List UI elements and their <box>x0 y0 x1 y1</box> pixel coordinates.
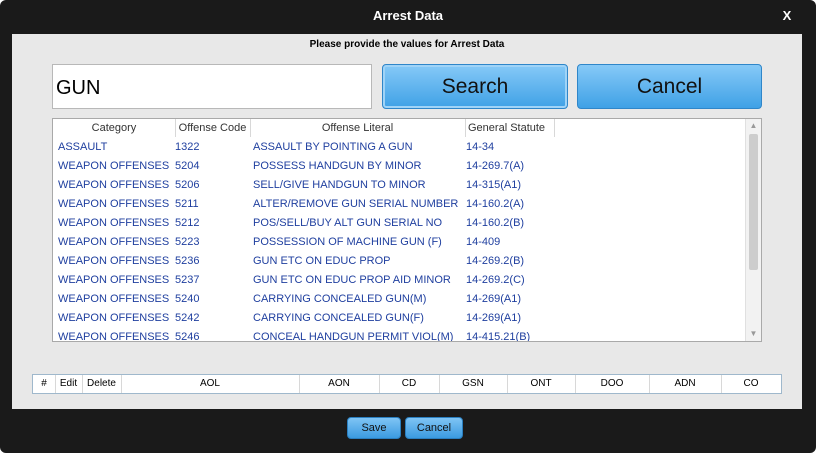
cell-general-statute: 14-269.2(B) <box>466 255 525 267</box>
cell-category: WEAPON OFFENSES <box>58 293 170 305</box>
cell-offense-literal: POS/SELL/BUY ALT GUN SERIAL NO <box>253 217 443 229</box>
cell-general-statute: 14-34 <box>466 141 495 153</box>
column-header-adn[interactable]: ADN <box>649 375 722 393</box>
column-header-ont[interactable]: ONT <box>507 375 576 393</box>
cell-category: WEAPON OFFENSES <box>58 331 170 342</box>
close-button[interactable]: X <box>780 8 794 24</box>
cell-offense-code: 5211 <box>175 198 199 210</box>
cell-offense-literal: POSSESSION OF MACHINE GUN (F) <box>253 236 442 248</box>
table-row[interactable]: WEAPON OFFENSES 5212 POS/SELL/BUY ALT GU… <box>53 214 746 233</box>
cell-offense-code: 5212 <box>175 217 200 229</box>
cell-offense-literal: GUN ETC ON EDUC PROP <box>253 255 391 267</box>
cell-offense-code: 5240 <box>175 293 200 305</box>
table-row[interactable]: WEAPON OFFENSES 5206 SELL/GIVE HANDGUN T… <box>53 176 746 195</box>
cell-category: WEAPON OFFENSES <box>58 217 170 229</box>
table-row[interactable]: WEAPON OFFENSES 5223 POSSESSION OF MACHI… <box>53 233 746 252</box>
cell-general-statute: 14-315(A1) <box>466 179 522 191</box>
scroll-thumb[interactable] <box>749 134 758 270</box>
column-header-offense-literal[interactable]: Offense Literal <box>250 119 466 137</box>
cell-category: WEAPON OFFENSES <box>58 274 170 286</box>
column-header-cd[interactable]: CD <box>379 375 440 393</box>
arrest-data-dialog: Arrest Data X Please provide the values … <box>0 0 816 453</box>
table-row[interactable]: WEAPON OFFENSES 5204 POSSESS HANDGUN BY … <box>53 157 746 176</box>
cell-offense-code: 5223 <box>175 236 200 248</box>
cell-offense-literal: CARRYING CONCEALED GUN(F) <box>253 312 424 324</box>
cell-general-statute: 14-160.2(A) <box>466 198 525 210</box>
column-header-number[interactable]: # <box>33 375 56 393</box>
arrest-entries-header: # Edit Delete AOL AON CD GSN ONT DOO ADN… <box>32 374 782 394</box>
chevron-down-icon[interactable]: ▼ <box>746 327 761 341</box>
cell-category: WEAPON OFFENSES <box>58 312 170 324</box>
cancel-button[interactable]: Cancel <box>577 64 762 109</box>
column-header-offense-code[interactable]: Offense Code <box>175 119 251 137</box>
vertical-scrollbar[interactable]: ▲ ▼ <box>745 119 761 341</box>
table-row[interactable]: WEAPON OFFENSES 5246 CONCEAL HANDGUN PER… <box>53 328 746 342</box>
cell-offense-literal: SELL/GIVE HANDGUN TO MINOR <box>253 179 426 191</box>
column-header-delete[interactable]: Delete <box>82 375 122 393</box>
save-button[interactable]: Save <box>347 417 401 439</box>
cell-offense-literal: ASSAULT BY POINTING A GUN <box>253 141 413 153</box>
table-row[interactable]: ASSAULT 1322 ASSAULT BY POINTING A GUN 1… <box>53 138 746 157</box>
search-input[interactable] <box>52 64 372 109</box>
footer-cancel-button[interactable]: Cancel <box>405 417 463 439</box>
table-row[interactable]: WEAPON OFFENSES 5211 ALTER/REMOVE GUN SE… <box>53 195 746 214</box>
cell-offense-code: 5237 <box>175 274 200 286</box>
cell-offense-code: 5206 <box>175 179 200 191</box>
prompt-text: Please provide the values for Arrest Dat… <box>309 39 505 50</box>
cell-general-statute: 14-409 <box>466 236 501 248</box>
column-header-category[interactable]: Category <box>53 119 176 137</box>
cell-category: ASSAULT <box>58 141 108 153</box>
cell-category: WEAPON OFFENSES <box>58 179 170 191</box>
grid-rows: ASSAULT 1322 ASSAULT BY POINTING A GUN 1… <box>53 138 746 342</box>
table-row[interactable]: WEAPON OFFENSES 5240 CARRYING CONCEALED … <box>53 290 746 309</box>
cell-category: WEAPON OFFENSES <box>58 198 170 210</box>
results-grid: Category Offense Code Offense Literal Ge… <box>52 118 762 342</box>
grid-header: Category Offense Code Offense Literal Ge… <box>53 119 746 137</box>
cell-general-statute: 14-160.2(B) <box>466 217 525 229</box>
cell-general-statute: 14-269(A1) <box>466 293 522 305</box>
column-header-doo[interactable]: DOO <box>575 375 650 393</box>
cell-offense-code: 5246 <box>175 331 200 342</box>
cell-general-statute: 14-269.7(A) <box>466 160 525 172</box>
cell-offense-code: 5236 <box>175 255 200 267</box>
cell-general-statute: 14-269(A1) <box>466 312 522 324</box>
table-row[interactable]: WEAPON OFFENSES 5242 CARRYING CONCEALED … <box>53 309 746 328</box>
cell-category: WEAPON OFFENSES <box>58 160 170 172</box>
cell-offense-literal: POSSESS HANDGUN BY MINOR <box>253 160 422 172</box>
cell-offense-code: 1322 <box>175 141 200 153</box>
column-header-gsn[interactable]: GSN <box>439 375 508 393</box>
cell-offense-code: 5242 <box>175 312 200 324</box>
cell-offense-literal: CONCEAL HANDGUN PERMIT VIOL(M) <box>253 331 454 342</box>
cell-general-statute: 14-415.21(B) <box>466 331 531 342</box>
window-title: Arrest Data <box>372 8 444 23</box>
content-panel: Please provide the values for Arrest Dat… <box>12 34 802 409</box>
table-row[interactable]: WEAPON OFFENSES 5237 GUN ETC ON EDUC PRO… <box>53 271 746 290</box>
search-button[interactable]: Search <box>382 64 568 109</box>
column-header-edit[interactable]: Edit <box>55 375 83 393</box>
column-header-aon[interactable]: AON <box>299 375 380 393</box>
cell-offense-literal: CARRYING CONCEALED GUN(M) <box>253 293 427 305</box>
cell-category: WEAPON OFFENSES <box>58 236 170 248</box>
cell-offense-literal: GUN ETC ON EDUC PROP AID MINOR <box>253 274 451 286</box>
column-header-aol[interactable]: AOL <box>121 375 300 393</box>
title-bar: Arrest Data X <box>0 0 816 34</box>
chevron-up-icon[interactable]: ▲ <box>746 119 761 133</box>
cell-offense-code: 5204 <box>175 160 200 172</box>
cell-category: WEAPON OFFENSES <box>58 255 170 267</box>
cell-offense-literal: ALTER/REMOVE GUN SERIAL NUMBER <box>253 198 459 210</box>
cell-general-statute: 14-269.2(C) <box>466 274 525 286</box>
table-row[interactable]: WEAPON OFFENSES 5236 GUN ETC ON EDUC PRO… <box>53 252 746 271</box>
column-header-general-statute[interactable]: General Statute <box>465 119 555 137</box>
column-header-co[interactable]: CO <box>721 375 781 393</box>
